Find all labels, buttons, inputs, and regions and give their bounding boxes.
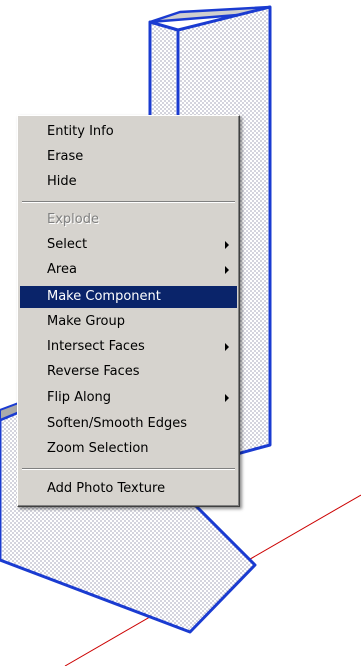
menu-separator [22,468,235,470]
menu-item-erase[interactable]: Erase [20,146,237,168]
menu-item-label: Erase [47,149,84,164]
menu-item-label: Intersect Faces [47,339,145,354]
context-menu: Entity Info Erase Hide Explode Select Ar… [17,115,240,507]
menu-item-label: Explode [47,212,99,227]
menu-item-label: Flip Along [47,390,112,405]
menu-item-hide[interactable]: Hide [20,171,237,193]
menu-item-intersect-faces[interactable]: Intersect Faces [20,336,237,358]
menu-item-area[interactable]: Area [20,259,237,281]
submenu-arrow-icon [225,266,229,274]
menu-item-make-component[interactable]: Make Component [20,286,237,308]
menu-separator [22,201,235,203]
menu-item-label: Area [47,262,77,277]
menu-item-flip-along[interactable]: Flip Along [20,387,237,409]
menu-item-label: Make Component [47,289,161,304]
menu-item-make-group[interactable]: Make Group [20,311,237,333]
menu-item-soften-smooth-edges[interactable]: Soften/Smooth Edges [20,413,237,435]
menu-item-label: Hide [47,174,77,189]
menu-item-label: Make Group [47,314,125,329]
menu-item-label: Reverse Faces [47,364,140,379]
menu-item-reverse-faces[interactable]: Reverse Faces [20,361,237,383]
menu-item-label: Entity Info [47,124,114,139]
menu-item-label: Soften/Smooth Edges [47,416,188,431]
submenu-arrow-icon [225,343,229,351]
menu-item-label: Add Photo Texture [47,481,166,496]
menu-item-explode: Explode [20,209,237,231]
menu-item-add-photo-texture[interactable]: Add Photo Texture [20,478,237,500]
menu-item-label: Zoom Selection [47,441,149,456]
submenu-arrow-icon [225,394,229,402]
submenu-arrow-icon [225,241,229,249]
menu-item-label: Select [47,237,88,252]
menu-item-zoom-selection[interactable]: Zoom Selection [20,438,237,460]
menu-item-select[interactable]: Select [20,234,237,256]
menu-item-entity-info[interactable]: Entity Info [20,121,237,143]
